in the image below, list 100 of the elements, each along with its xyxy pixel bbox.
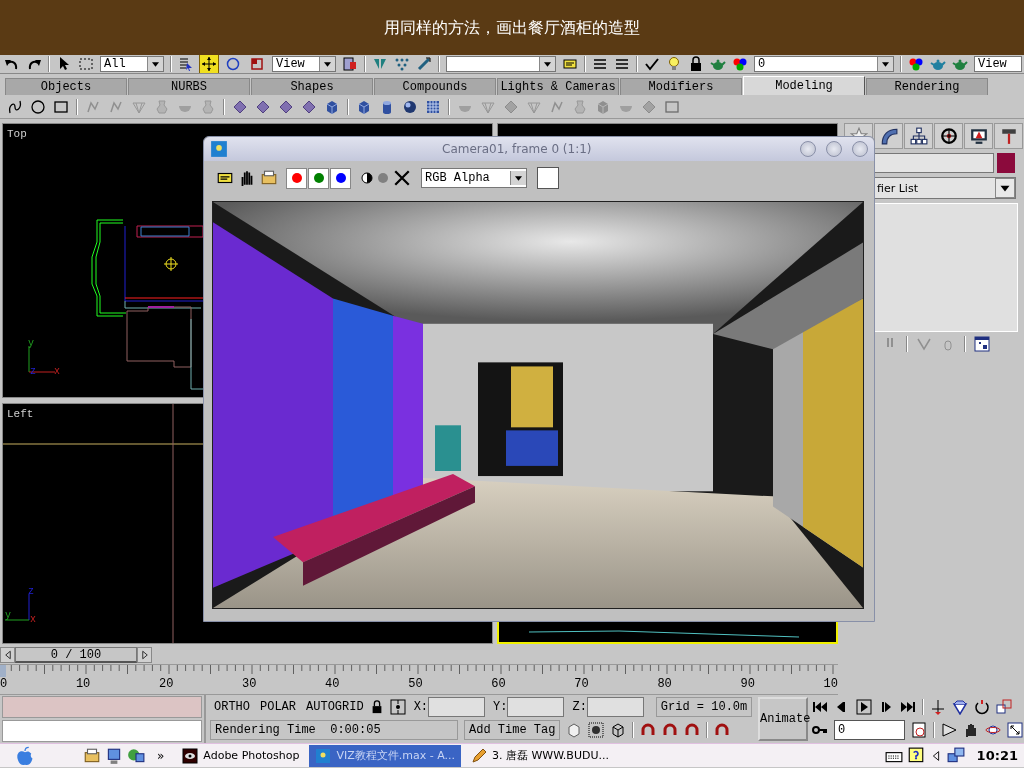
color-swatch[interactable] — [537, 167, 559, 189]
object-name-field[interactable] — [874, 153, 994, 173]
snap-toggle-icon[interactable] — [389, 698, 406, 715]
pivot-icon[interactable] — [342, 56, 358, 72]
curve-icon[interactable] — [7, 99, 23, 115]
selection-filter-dropdown[interactable]: All — [100, 56, 164, 72]
scale-tool[interactable] — [248, 55, 266, 73]
dot-icon[interactable] — [377, 172, 389, 184]
list-icon[interactable] — [178, 56, 194, 72]
panel-tab[interactable] — [904, 123, 933, 149]
circle-icon[interactable] — [30, 99, 46, 115]
cube-icon[interactable] — [356, 99, 372, 115]
sphere-icon[interactable] — [402, 99, 418, 115]
taskbar-item[interactable]: 3. 唐磊 WWW.BUDU... — [465, 744, 615, 767]
lock-icon[interactable] — [688, 56, 704, 72]
axis-arrow-icon[interactable] — [930, 698, 946, 715]
caret-icon[interactable] — [319, 57, 335, 71]
wire-cube-icon[interactable] — [610, 721, 627, 738]
check-icon[interactable] — [644, 56, 660, 72]
panel-tab[interactable] — [994, 123, 1023, 149]
tab[interactable]: Rendering — [866, 78, 988, 95]
apple-icon[interactable] — [15, 745, 35, 766]
channel-toggle[interactable] — [308, 167, 329, 189]
script-listener-field[interactable] — [2, 719, 202, 742]
magnet-icon[interactable] — [662, 721, 679, 738]
move-tool[interactable] — [200, 55, 218, 73]
globe-computer-icon[interactable] — [127, 746, 145, 765]
channel-toggle[interactable] — [330, 167, 351, 189]
hammer-icon[interactable] — [999, 127, 1018, 145]
diamond-icon[interactable] — [255, 99, 271, 115]
folder-printer-icon[interactable] — [83, 746, 101, 765]
shaded-cube-icon[interactable] — [566, 721, 583, 738]
computer-icon[interactable] — [105, 746, 123, 765]
tab[interactable]: NURBS — [128, 78, 250, 95]
taskbar-item[interactable]: Adobe Photoshop — [176, 744, 306, 767]
coordinate-field[interactable] — [586, 696, 644, 717]
color-dots-icon[interactable] — [732, 56, 748, 72]
object-color-swatch[interactable] — [997, 153, 1015, 173]
layers-icon[interactable] — [614, 56, 630, 72]
tab[interactable]: Lights & Cameras — [497, 78, 619, 95]
resize-icon[interactable] — [1007, 721, 1023, 738]
taskbar-item[interactable]: VIZ教程文件.max - A... — [309, 744, 461, 767]
caret-icon[interactable] — [995, 178, 1015, 198]
bulb-icon[interactable] — [666, 56, 682, 72]
windows-icon[interactable] — [996, 698, 1012, 715]
cube-icon[interactable] — [324, 99, 340, 115]
grid-icon[interactable] — [425, 99, 441, 115]
panel-tab[interactable] — [934, 123, 963, 149]
current-frame-marker[interactable] — [0, 665, 6, 677]
orbit-icon[interactable] — [974, 698, 990, 715]
coordinate-field[interactable] — [507, 696, 565, 717]
named-selection-dropdown[interactable] — [446, 56, 556, 72]
coordinate-dropdown[interactable]: View — [272, 56, 336, 72]
mode-label[interactable]: ORTHO — [214, 699, 250, 714]
dashed-rect-icon[interactable] — [78, 56, 94, 72]
channel-toggle[interactable] — [286, 167, 307, 189]
tab[interactable]: Objects — [5, 78, 127, 95]
magnet-icon[interactable] — [640, 721, 657, 738]
diamond-icon[interactable] — [301, 99, 317, 115]
monitor-icon[interactable] — [969, 127, 988, 145]
layer-dropdown[interactable]: 0 — [754, 56, 894, 72]
square-icon[interactable] — [53, 99, 69, 115]
color-dots-icon[interactable] — [908, 56, 924, 72]
current-frame-field[interactable]: 0 — [834, 719, 905, 740]
tab[interactable]: Modifiers — [620, 78, 742, 95]
close-icon[interactable] — [393, 169, 411, 187]
magnet-icon[interactable] — [684, 721, 701, 738]
arc-icon[interactable] — [879, 127, 898, 145]
gem-icon[interactable] — [952, 698, 968, 715]
sun-square-icon[interactable] — [210, 140, 228, 158]
clock-page-icon[interactable] — [911, 721, 927, 738]
caret-icon[interactable] — [877, 57, 893, 71]
caret-icon[interactable] — [147, 57, 163, 71]
tab[interactable]: Modeling — [743, 76, 865, 95]
channel-display-dropdown[interactable]: RGB Alpha — [421, 168, 527, 188]
animate-button[interactable]: Animate — [758, 697, 808, 741]
dots-icon[interactable] — [394, 56, 410, 72]
add-time-tag-button[interactable]: Add Time Tag — [464, 719, 561, 740]
layers-icon[interactable] — [592, 56, 608, 72]
align-icon[interactable] — [416, 56, 432, 72]
help-bubble-icon[interactable] — [906, 746, 925, 765]
caret-icon[interactable] — [510, 171, 526, 185]
time-ruler[interactable]: 0 10 20 30 40 50 60 70 80 90 10 — [0, 664, 838, 695]
caret-icon[interactable] — [539, 57, 555, 71]
diamond-icon[interactable] — [232, 99, 248, 115]
wheel-icon[interactable] — [939, 127, 958, 145]
magnet-icon[interactable] — [714, 721, 731, 738]
panel-tab[interactable] — [874, 123, 903, 149]
tab[interactable]: Shapes — [251, 78, 373, 95]
mode-label[interactable]: POLAR — [260, 699, 297, 714]
panel-tab[interactable] — [964, 123, 993, 149]
coordinate-field[interactable] — [428, 696, 486, 717]
render-type-dropdown[interactable]: View — [974, 56, 1022, 72]
play-icon[interactable] — [856, 698, 872, 715]
tab[interactable]: Compounds — [374, 78, 496, 95]
contrast-icon[interactable] — [361, 172, 373, 184]
tree-icon[interactable] — [909, 127, 928, 145]
diamond-icon[interactable] — [278, 99, 294, 115]
folder-printer-icon[interactable] — [260, 169, 278, 187]
triangle-icon[interactable] — [941, 721, 957, 738]
